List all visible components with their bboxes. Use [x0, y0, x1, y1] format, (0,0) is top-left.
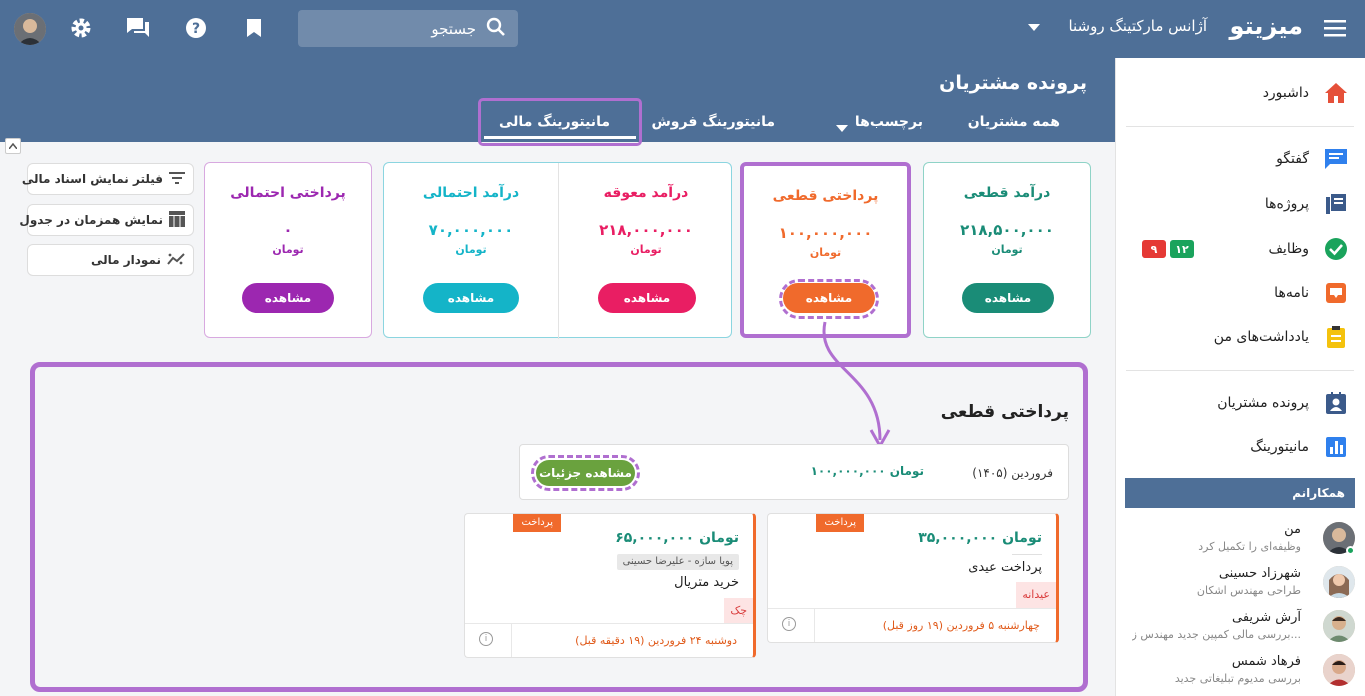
payment-footer: i دوشنبه ۲۴ فروردین (۱۹ دقیقه قبل) — [465, 623, 753, 657]
payment-card[interactable]: پرداخت ۳۵,۰۰۰,۰۰۰ تومان پرداخت عیدی عیدا… — [767, 513, 1059, 643]
app-root: میزیتو آژانس مارکتینگ روشنا ? پرونده مشت… — [0, 0, 1365, 696]
summary-amount: ۱۰۰,۰۰۰,۰۰۰ تومان — [810, 464, 924, 478]
detail-title: پرداختی قطعی — [940, 402, 1069, 422]
payment-date: دوشنبه ۲۴ فروردین (۱۹ دقیقه قبل) — [575, 634, 737, 647]
view-details-button[interactable]: مشاهده جزئیات — [531, 455, 640, 491]
payment-date: چهارشنبه ۵ فروردین (۱۹ روز قبل) — [882, 619, 1040, 632]
summary-month: فروردین (۱۴۰۵) — [972, 466, 1053, 480]
payment-description: خرید متریال — [674, 575, 739, 590]
payment-description: پرداخت عیدی — [968, 560, 1042, 575]
payment-type-badge: چک — [724, 598, 753, 624]
divider — [1012, 554, 1042, 555]
payment-card[interactable]: پرداخت ۶۵,۰۰۰,۰۰۰ تومان پویا سازه - علیر… — [464, 513, 756, 658]
payment-tag: پرداخت — [816, 514, 864, 532]
info-icon[interactable]: i — [782, 617, 796, 631]
payment-amount: ۶۵,۰۰۰,۰۰۰ تومان — [615, 530, 739, 546]
info-icon[interactable]: i — [479, 632, 493, 646]
payment-footer: i چهارشنبه ۵ فروردین (۱۹ روز قبل) — [768, 608, 1056, 642]
payment-type-badge: عیدانه — [1016, 582, 1056, 608]
payment-tag: پرداخت — [513, 514, 561, 532]
payment-amount: ۳۵,۰۰۰,۰۰۰ تومان — [918, 530, 1042, 546]
customer-chip[interactable]: پویا سازه - علیرضا حسینی — [616, 554, 739, 570]
